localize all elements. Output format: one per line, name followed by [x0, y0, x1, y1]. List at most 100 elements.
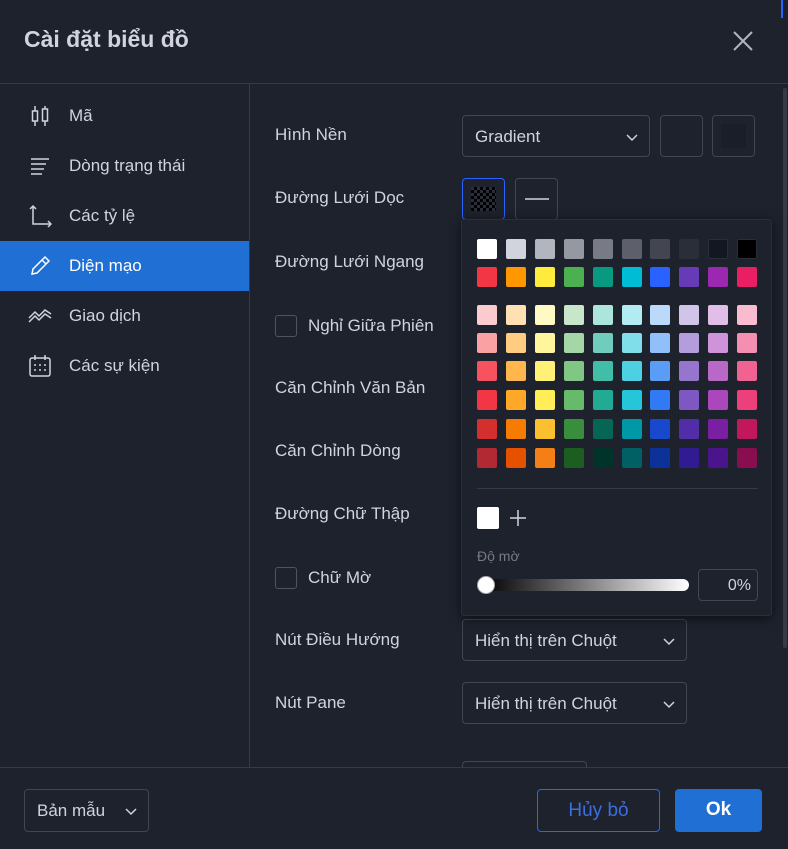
color-swatch[interactable] — [737, 333, 758, 353]
pane-buttons-select[interactable]: Hiển thị trên Chuột — [462, 682, 687, 724]
color-swatch[interactable] — [534, 448, 555, 468]
color-swatch[interactable] — [708, 305, 729, 325]
color-swatch[interactable] — [621, 390, 642, 410]
color-swatch[interactable] — [534, 239, 555, 259]
color-swatch[interactable] — [534, 305, 555, 325]
watermark-checkbox[interactable] — [275, 567, 297, 589]
color-swatch[interactable] — [737, 267, 758, 287]
color-swatch[interactable] — [708, 361, 729, 381]
color-swatch[interactable] — [505, 333, 526, 353]
color-swatch[interactable] — [650, 361, 671, 381]
color-swatch[interactable] — [708, 448, 729, 468]
background-color-1-button[interactable] — [660, 115, 703, 157]
color-swatch[interactable] — [679, 390, 700, 410]
template-select[interactable]: Bản mẫu — [24, 789, 149, 832]
color-swatch[interactable] — [563, 390, 584, 410]
color-swatch[interactable] — [477, 267, 497, 287]
vert-grid-color-button[interactable] — [462, 178, 505, 220]
color-swatch[interactable] — [737, 305, 758, 325]
color-swatch[interactable] — [563, 267, 584, 287]
sidebar-item-events[interactable]: Các sự kiện — [0, 341, 249, 391]
color-swatch[interactable] — [505, 305, 526, 325]
color-swatch[interactable] — [592, 419, 613, 439]
color-swatch[interactable] — [505, 239, 526, 259]
color-swatch[interactable] — [477, 448, 497, 468]
sidebar-item-trading[interactable]: Giao dịch — [0, 291, 249, 341]
session-breaks-checkbox[interactable] — [275, 315, 297, 337]
custom-color-swatch[interactable] — [477, 507, 499, 529]
color-swatch[interactable] — [563, 419, 584, 439]
color-swatch[interactable] — [592, 267, 613, 287]
vert-grid-line-style-button[interactable] — [515, 178, 558, 220]
sidebar-item-status-line[interactable]: Dòng trạng thái — [0, 141, 249, 191]
color-swatch[interactable] — [505, 267, 526, 287]
color-swatch[interactable] — [477, 239, 497, 259]
plus-icon[interactable] — [506, 506, 530, 530]
color-swatch[interactable] — [505, 361, 526, 381]
color-swatch[interactable] — [679, 448, 700, 468]
color-swatch[interactable] — [592, 305, 613, 325]
color-swatch[interactable] — [708, 390, 729, 410]
color-swatch[interactable] — [737, 419, 758, 439]
color-swatch[interactable] — [534, 333, 555, 353]
color-swatch[interactable] — [563, 305, 584, 325]
color-swatch[interactable] — [650, 239, 671, 259]
background-type-select[interactable]: Gradient — [462, 115, 650, 157]
color-swatch[interactable] — [592, 239, 613, 259]
opacity-input[interactable]: 0% — [698, 569, 758, 601]
color-swatch[interactable] — [477, 305, 497, 325]
content-scrollbar[interactable] — [783, 88, 787, 648]
color-swatch[interactable] — [534, 390, 555, 410]
color-swatch[interactable] — [534, 361, 555, 381]
color-swatch[interactable] — [477, 390, 497, 410]
close-button[interactable] — [728, 26, 758, 56]
color-swatch[interactable] — [679, 419, 700, 439]
color-swatch[interactable] — [621, 448, 642, 468]
opacity-slider[interactable] — [482, 579, 689, 591]
color-swatch[interactable] — [563, 361, 584, 381]
cancel-button[interactable]: Hủy bỏ — [537, 789, 660, 832]
color-swatch[interactable] — [592, 448, 613, 468]
sidebar-item-scales[interactable]: Các tỷ lệ — [0, 191, 249, 241]
color-swatch[interactable] — [621, 333, 642, 353]
ok-button[interactable]: Ok — [675, 789, 762, 832]
color-swatch[interactable] — [708, 333, 729, 353]
color-swatch[interactable] — [534, 419, 555, 439]
color-swatch[interactable] — [650, 419, 671, 439]
color-swatch[interactable] — [650, 448, 671, 468]
color-swatch[interactable] — [708, 239, 729, 259]
color-swatch[interactable] — [563, 333, 584, 353]
sidebar-item-symbol[interactable]: Mã — [0, 91, 249, 141]
color-swatch[interactable] — [650, 267, 671, 287]
color-swatch[interactable] — [679, 239, 700, 259]
color-swatch[interactable] — [650, 390, 671, 410]
color-swatch[interactable] — [621, 267, 642, 287]
color-swatch[interactable] — [621, 305, 642, 325]
color-swatch[interactable] — [737, 390, 758, 410]
sidebar-item-appearance[interactable]: Diện mạo — [0, 241, 249, 291]
color-swatch[interactable] — [708, 419, 729, 439]
color-swatch[interactable] — [650, 333, 671, 353]
color-swatch[interactable] — [708, 267, 729, 287]
color-swatch[interactable] — [477, 361, 497, 381]
nav-buttons-select[interactable]: Hiển thị trên Chuột — [462, 619, 687, 661]
color-swatch[interactable] — [505, 419, 526, 439]
color-swatch[interactable] — [679, 361, 700, 381]
color-swatch[interactable] — [621, 419, 642, 439]
color-swatch[interactable] — [592, 390, 613, 410]
color-swatch[interactable] — [650, 305, 671, 325]
color-swatch[interactable] — [592, 361, 613, 381]
background-color-2-button[interactable] — [712, 115, 755, 157]
color-swatch[interactable] — [505, 448, 526, 468]
color-swatch[interactable] — [679, 305, 700, 325]
color-swatch[interactable] — [679, 267, 700, 287]
color-swatch[interactable] — [477, 419, 497, 439]
color-swatch[interactable] — [737, 448, 758, 468]
color-swatch[interactable] — [621, 239, 642, 259]
color-swatch[interactable] — [592, 333, 613, 353]
color-swatch[interactable] — [737, 239, 758, 259]
color-swatch[interactable] — [505, 390, 526, 410]
color-swatch[interactable] — [534, 267, 555, 287]
color-swatch[interactable] — [477, 333, 497, 353]
color-swatch[interactable] — [737, 361, 758, 381]
